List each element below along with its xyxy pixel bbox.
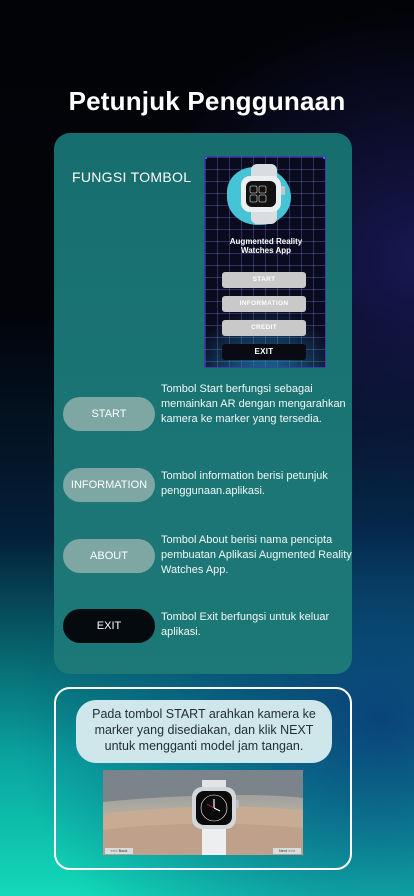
preview-app-title: Augmented Reality Watches App xyxy=(205,237,325,255)
exit-button[interactable]: EXIT xyxy=(63,609,155,643)
about-button[interactable]: ABOUT xyxy=(63,539,155,573)
preview-app-title-line1: Augmented Reality xyxy=(229,237,303,246)
information-button[interactable]: INFORMATION xyxy=(63,468,155,502)
about-description: Tombol About berisi nama pencipta pembua… xyxy=(161,534,352,576)
button-guide-panel: FUNGSI TOMBOL Augmented Reality Watches … xyxy=(54,133,352,674)
ar-watch-photo: <<< Back Next >>> xyxy=(103,770,303,855)
app-menu-preview: Augmented Reality Watches App START INFO… xyxy=(204,156,326,368)
preview-information-button: INFORMATION xyxy=(222,296,306,312)
selection-handle xyxy=(205,157,207,159)
start-description: Tombol Start berfungsi sebagai memainkan… xyxy=(161,383,346,425)
smartwatch-icon xyxy=(241,164,285,224)
photo-back-button: <<< Back xyxy=(105,848,133,854)
start-button[interactable]: START xyxy=(63,397,155,431)
exit-description: Tombol Exit berfungsi untuk keluar aplik… xyxy=(161,611,330,638)
preview-credit-button: CREDIT xyxy=(222,320,306,336)
preview-exit-button: EXIT xyxy=(222,344,306,360)
ar-watch-illustration xyxy=(103,770,303,855)
information-description: Tombol information berisi petunjuk pengg… xyxy=(161,470,328,497)
page-title: Petunjuk Penggunaan xyxy=(68,86,346,116)
usage-tip-box: Pada tombol START arahkan kamera ke mark… xyxy=(54,687,352,870)
tip-bubble: Pada tombol START arahkan kamera ke mark… xyxy=(76,700,332,763)
selection-handle xyxy=(323,157,325,159)
preview-app-title-line2: Watches App xyxy=(240,246,292,255)
panel-heading: FUNGSI TOMBOL xyxy=(72,169,192,185)
photo-next-button: Next >>> xyxy=(273,848,301,854)
preview-start-button: START xyxy=(222,272,306,288)
